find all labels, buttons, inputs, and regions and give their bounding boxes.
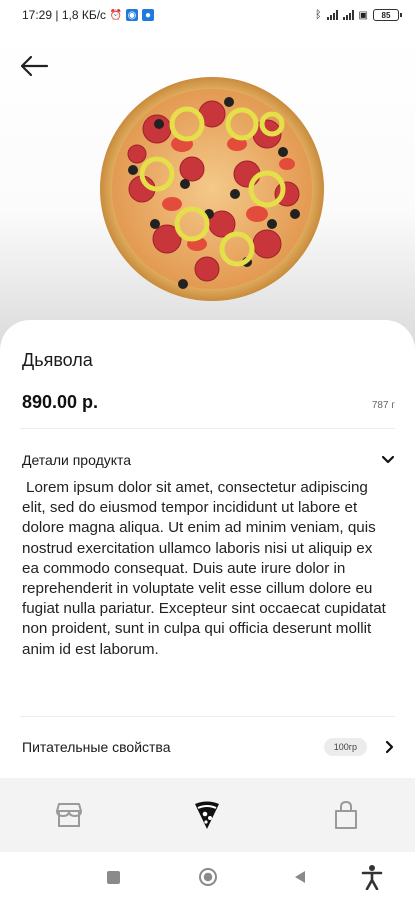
bluetooth-icon: ᛒ: [314, 9, 322, 21]
nutrition-badge: 100гр: [323, 738, 367, 756]
battery-level: 85: [381, 10, 391, 20]
status-time: 17:29 | 1,8 КБ/с: [22, 8, 107, 22]
circle-icon: [199, 868, 217, 886]
status-right: ᛒ ▣ 85: [314, 9, 402, 21]
store-icon: [56, 803, 83, 827]
back-button[interactable]: [16, 48, 52, 84]
product-description: Lorem ipsum dolor sit amet, consectetur …: [22, 479, 386, 658]
product-name: Дьявола: [22, 350, 93, 370]
home-button[interactable]: [195, 864, 221, 890]
signal-icon-2: [342, 10, 354, 20]
signal-icon: [326, 10, 338, 20]
wifi-icon: ▣: [358, 9, 368, 21]
status-bar: 17:29 | 1,8 КБ/с ⏰ ◉ ● ᛒ ▣ 85: [0, 0, 415, 30]
product-details-toggle[interactable]: Детали продукта: [22, 448, 395, 472]
message-icon: ●: [142, 9, 155, 21]
chevron-down-icon: [381, 455, 395, 464]
accessibility-button[interactable]: [358, 862, 386, 892]
divider: [20, 716, 395, 717]
battery-icon: 85: [373, 9, 402, 21]
nav-store[interactable]: [39, 785, 99, 845]
product-hero: [0, 30, 415, 360]
recent-apps-button[interactable]: [100, 864, 126, 890]
nav-cart[interactable]: [316, 785, 376, 845]
status-left: 17:29 | 1,8 КБ/с ⏰ ◉ ●: [22, 8, 155, 22]
bottom-nav: [0, 778, 415, 852]
details-label: Детали продукта: [22, 452, 132, 468]
product-price: 890.00 р.: [22, 392, 99, 412]
chevron-right-icon: [385, 740, 394, 754]
accessibility-icon: [361, 865, 383, 890]
pizza-image: [100, 77, 324, 301]
square-icon: [106, 870, 120, 884]
arrow-left-icon: [20, 55, 49, 77]
nav-menu[interactable]: [177, 785, 237, 845]
product-weight: 787 г: [371, 400, 395, 411]
alarm-icon: ⏰: [109, 9, 123, 21]
pizza-slice-icon: [195, 801, 220, 829]
triangle-back-icon: [295, 871, 305, 883]
system-nav-bar: [0, 852, 415, 900]
nutrition-label: Питательные свойства: [22, 739, 171, 755]
divider: [20, 428, 395, 429]
product-sheet: Дьявола 890.00 р. 787 г Детали продукта …: [0, 320, 415, 778]
nutrition-row[interactable]: Питательные свойства 100гр: [22, 732, 395, 762]
shopping-bag-icon: [334, 800, 357, 829]
back-nav-button[interactable]: [287, 864, 313, 890]
notification-icon: ◉: [126, 9, 139, 21]
